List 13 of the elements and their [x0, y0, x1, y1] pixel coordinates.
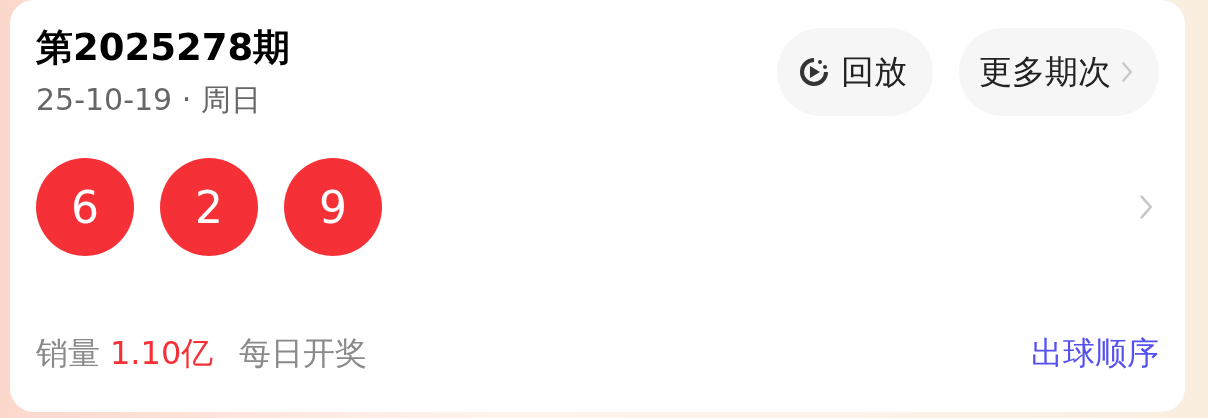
sales-label: 销量	[36, 334, 100, 372]
number-ball: 2	[160, 158, 258, 256]
chevron-icon	[1138, 194, 1153, 220]
number-ball: 9	[284, 158, 382, 256]
replay-button[interactable]: 回放	[776, 28, 933, 116]
more-draws-button[interactable]: 更多期次	[958, 28, 1159, 116]
draw-title: 第2025278期	[36, 25, 291, 71]
ball-order-link[interactable]: 出球顺序	[1031, 332, 1159, 376]
sales-value: 1.10亿	[110, 334, 214, 372]
schedule-text: 每日开奖	[239, 334, 368, 372]
number-ball: 6	[36, 158, 134, 256]
draw-date: 25-10-19 · 周日	[36, 81, 262, 119]
chevron-icon	[1120, 61, 1133, 83]
